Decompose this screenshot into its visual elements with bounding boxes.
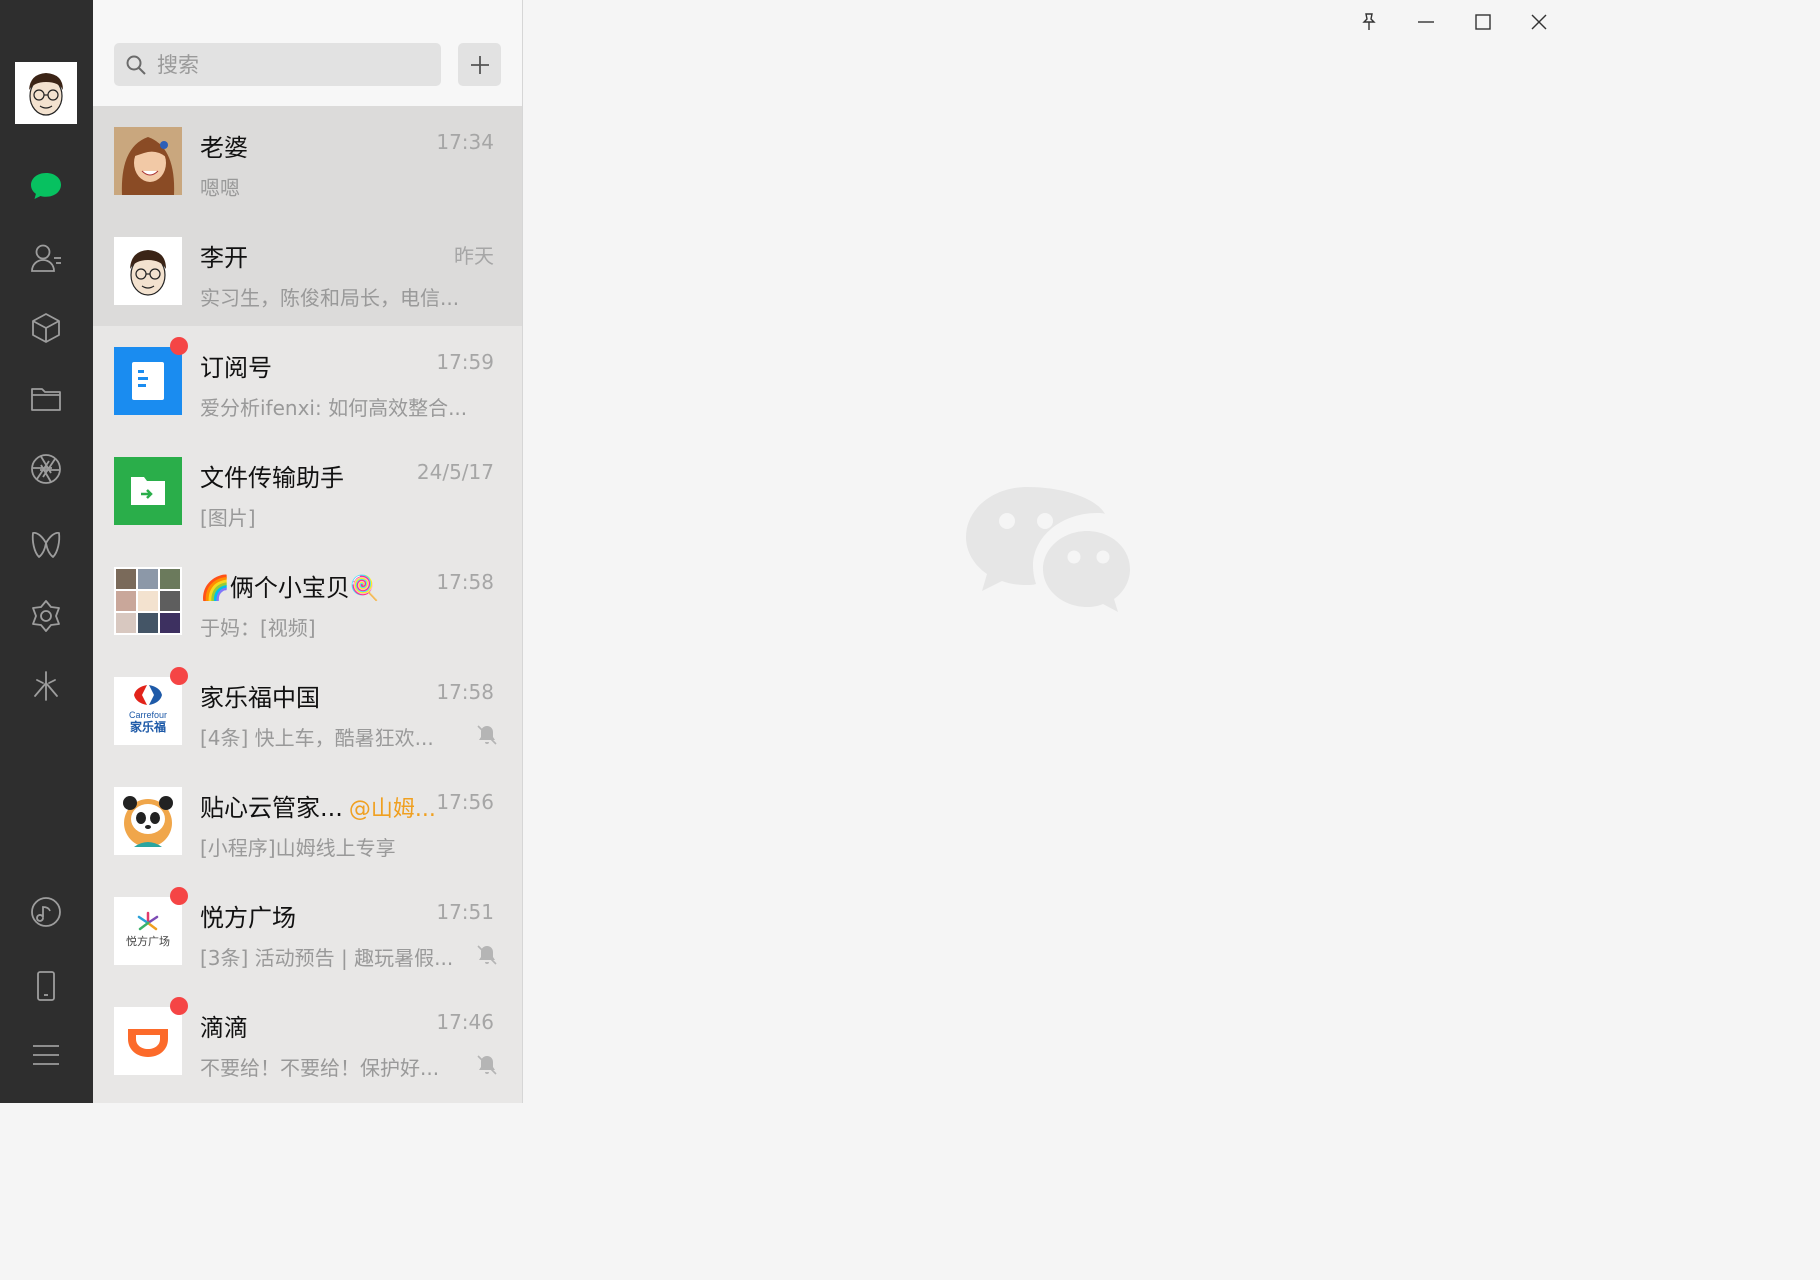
chat-name: 订阅号 <box>200 354 272 382</box>
nav-moments[interactable] <box>22 445 70 493</box>
chat-time: 17:46 <box>436 1010 494 1034</box>
panda-avatar <box>114 787 182 855</box>
nav-files[interactable] <box>22 374 70 422</box>
carrefour-avatar: Carrefour 家乐福 <box>114 677 182 745</box>
chat-item[interactable]: 老婆 17:34 嗯嗯 <box>93 106 522 216</box>
chat-time: 17:51 <box>436 900 494 924</box>
nav-mini-programs[interactable] <box>22 592 70 640</box>
chat-time: 17:58 <box>436 570 494 594</box>
add-button[interactable] <box>458 43 501 86</box>
maximize-button[interactable] <box>1463 6 1503 38</box>
cube-icon <box>32 313 60 343</box>
search-input[interactable] <box>155 51 429 78</box>
chat-time: 昨天 <box>454 244 494 268</box>
search-bar <box>93 0 522 106</box>
mute-bell-icon <box>477 945 497 965</box>
nav-chats[interactable] <box>22 162 70 210</box>
chat-item[interactable]: 文件传输助手 24/5/17 [图片] <box>93 436 522 546</box>
pin-icon <box>1362 13 1376 30</box>
chat-item[interactable]: Carrefour 家乐福 家乐福中国 17:58 [4条] 快上车，酷暑狂欢.… <box>93 656 522 766</box>
chat-preview: 爱分析ifenxi: 如何高效整合... <box>200 396 468 420</box>
chat-name: 李开 <box>200 244 248 272</box>
chat-item[interactable]: 悦方广场 悦方广场 17:51 [3条] 活动预告 | 趣玩暑假... <box>93 876 522 986</box>
chat-preview: [小程序]山姆线上专享 <box>200 836 396 860</box>
chat-main-area <box>523 0 1568 1103</box>
contact-avatar <box>114 127 182 195</box>
unread-badge <box>170 887 188 905</box>
chat-name: 文件传输助手 <box>200 464 344 492</box>
subscription-avatar <box>114 347 182 415</box>
chat-time: 17:34 <box>436 130 494 154</box>
chat-item[interactable]: 订阅号 17:59 爱分析ifenxi: 如何高效整合... <box>93 326 522 436</box>
pin-button[interactable] <box>1349 6 1389 38</box>
chat-name: 滴滴 <box>200 1014 248 1042</box>
navigation-rail <box>0 0 93 1103</box>
chat-name: 贴心云管家... @山姆... <box>200 794 436 822</box>
chat-name: 🌈俩个小宝贝🍭 <box>200 574 380 602</box>
search-icon <box>126 55 146 75</box>
chat-item[interactable]: 🌈俩个小宝贝🍭 17:58 于妈：[视频] <box>93 546 522 656</box>
chat-preview: [4条] 快上车，酷暑狂欢... <box>200 726 434 750</box>
chat-item[interactable]: 李开 昨天 实习生，陈俊和局长，电信... <box>93 216 522 326</box>
mute-bell-icon <box>477 1055 497 1075</box>
maximize-icon <box>1475 14 1491 30</box>
search-box[interactable] <box>114 43 441 86</box>
nav-phone[interactable] <box>22 962 70 1010</box>
chat-time: 17:56 <box>436 790 494 814</box>
butterfly-icon <box>31 531 61 558</box>
nav-mini-program-panel[interactable] <box>22 888 70 936</box>
contacts-icon <box>31 244 61 272</box>
svg-text:Carrefour: Carrefour <box>129 710 167 720</box>
group-avatar <box>114 567 182 635</box>
close-icon <box>1531 14 1547 30</box>
menu-icon <box>33 1045 59 1065</box>
conversation-list: 老婆 17:34 嗯嗯 李开 昨天 实习生，陈俊和局长，电信... <box>93 0 523 1103</box>
nav-favorites[interactable] <box>22 304 70 352</box>
aperture-icon <box>31 454 61 484</box>
user-avatar[interactable] <box>15 62 77 124</box>
close-button[interactable] <box>1519 6 1559 38</box>
svg-text:家乐福: 家乐福 <box>130 719 166 734</box>
chat-item[interactable]: 贴心云管家... @山姆... 17:56 [小程序]山姆线上专享 <box>93 766 522 876</box>
chat-time: 24/5/17 <box>416 460 494 484</box>
folder-icon <box>31 388 61 411</box>
nav-search[interactable] <box>22 662 70 710</box>
phone-icon <box>37 971 55 1001</box>
unread-badge <box>170 997 188 1015</box>
contact-avatar <box>114 237 182 305</box>
chat-item[interactable]: 滴滴 17:46 不要给！不要给！保护好... <box>93 986 522 1096</box>
chat-name: 老婆 <box>200 134 248 162</box>
chat-time: 17:59 <box>436 350 494 374</box>
minimize-button[interactable] <box>1406 6 1446 38</box>
chat-time: 17:58 <box>436 680 494 704</box>
mute-bell-icon <box>477 725 497 745</box>
minimize-icon <box>1418 21 1434 23</box>
wechat-logo-watermark <box>966 487 1130 612</box>
chat-preview: 于妈：[视频] <box>200 616 316 640</box>
plus-icon <box>470 55 489 74</box>
svg-text:悦方广场: 悦方广场 <box>126 934 170 948</box>
mention-tag: @山姆... <box>348 797 436 822</box>
didi-avatar <box>114 1007 182 1075</box>
nav-channels[interactable] <box>22 520 70 568</box>
unread-badge <box>170 337 188 355</box>
chat-preview: 嗯嗯 <box>200 176 240 200</box>
nav-more[interactable] <box>22 1031 70 1079</box>
file-transfer-avatar <box>114 457 182 525</box>
nav-contacts[interactable] <box>22 234 70 282</box>
chat-bubble-icon <box>31 173 61 199</box>
chat-preview: [3条] 活动预告 | 趣玩暑假... <box>200 946 454 970</box>
chat-preview: 实习生，陈俊和局长，电信... <box>200 286 460 310</box>
chat-name: 家乐福中国 <box>200 684 320 712</box>
unread-badge <box>170 667 188 685</box>
hexagon-icon <box>32 600 60 632</box>
chat-preview: [图片] <box>200 506 256 530</box>
chat-name: 悦方广场 <box>200 904 296 932</box>
yuefang-avatar: 悦方广场 <box>114 897 182 965</box>
sparkle-icon <box>34 671 58 701</box>
chat-preview: 不要给！不要给！保护好... <box>200 1056 440 1080</box>
music-icon <box>31 897 61 927</box>
